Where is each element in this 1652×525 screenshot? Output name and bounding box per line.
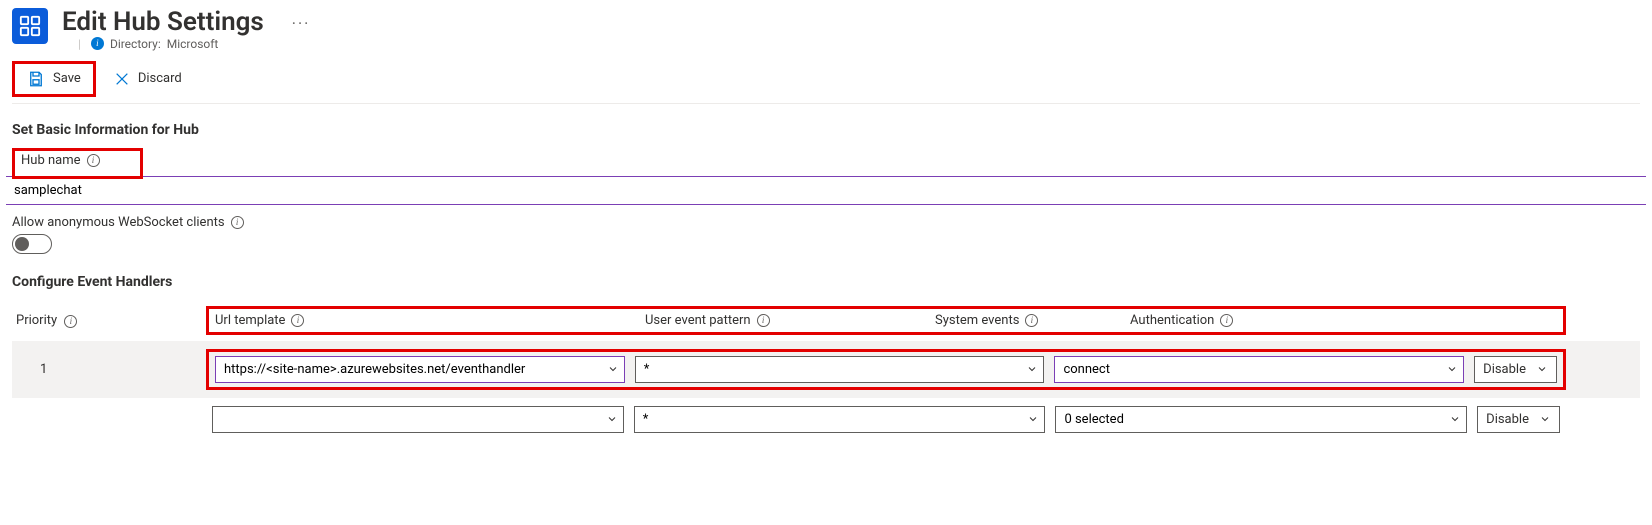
directory-value: Microsoft <box>167 37 219 51</box>
col-auth-label: Authentication <box>1130 313 1214 328</box>
table-row: Disable <box>12 398 1640 441</box>
event-handlers-table: Priority i Url template i User event pat… <box>12 300 1640 441</box>
event-handlers-heading: Configure Event Handlers <box>12 274 1640 290</box>
authentication-select[interactable]: Disable <box>1474 356 1557 383</box>
allow-anonymous-toggle[interactable] <box>12 234 52 254</box>
system-events-select[interactable] <box>1054 356 1464 383</box>
table-header-row: Priority i Url template i User event pat… <box>12 300 1640 341</box>
chevron-down-icon <box>1536 363 1548 375</box>
hub-name-highlight: Hub name i <box>12 148 143 179</box>
url-template-input[interactable] <box>212 406 624 433</box>
info-icon[interactable]: i <box>1025 314 1038 327</box>
system-events-select[interactable] <box>1055 406 1467 433</box>
discard-button-label: Discard <box>138 71 182 86</box>
url-template-input[interactable] <box>215 356 625 383</box>
info-icon[interactable]: i <box>291 314 304 327</box>
info-icon: i <box>91 37 104 50</box>
col-priority-label: Priority <box>16 313 57 328</box>
save-icon <box>27 70 45 88</box>
more-actions-button[interactable]: ··· <box>292 8 311 33</box>
hub-name-input[interactable] <box>6 176 1646 205</box>
chevron-down-icon <box>1539 413 1551 425</box>
authentication-value: Disable <box>1486 412 1529 427</box>
col-url-label: Url template <box>215 313 285 328</box>
basic-info-heading: Set Basic Information for Hub <box>12 122 1640 138</box>
discard-button[interactable]: Discard <box>104 67 192 91</box>
col-user-label: User event pattern <box>645 313 751 328</box>
row-highlight: Disable <box>206 349 1566 390</box>
handlers-highlight: Url template i User event pattern i Syst… <box>206 306 1566 335</box>
info-icon[interactable]: i <box>757 314 770 327</box>
toggle-knob <box>15 237 29 251</box>
save-button-label: Save <box>53 71 81 86</box>
authentication-value: Disable <box>1483 362 1526 377</box>
priority-value: 1 <box>40 362 47 377</box>
page-title: Edit Hub Settings <box>62 8 264 37</box>
table-row: 1 <box>12 341 1640 398</box>
save-button[interactable]: Save <box>12 61 96 97</box>
allow-anonymous-label: Allow anonymous WebSocket clients <box>12 215 225 230</box>
toolbar: Save Discard <box>12 55 1640 104</box>
directory-label: Directory: <box>110 37 161 51</box>
close-icon <box>114 71 130 87</box>
directory-row: | i Directory: Microsoft <box>78 37 310 51</box>
resource-logo-icon <box>12 8 48 44</box>
col-sys-label: System events <box>935 313 1019 328</box>
info-icon[interactable]: i <box>64 315 77 328</box>
info-icon[interactable]: i <box>1220 314 1233 327</box>
hub-name-label: Hub name <box>21 153 81 168</box>
user-event-pattern-input[interactable] <box>634 406 1046 433</box>
info-icon[interactable]: i <box>231 216 244 229</box>
user-event-pattern-input[interactable] <box>635 356 1045 383</box>
page-header: Edit Hub Settings ··· | i Directory: Mic… <box>12 8 1640 51</box>
authentication-select[interactable]: Disable <box>1477 406 1560 433</box>
info-icon[interactable]: i <box>87 154 100 167</box>
